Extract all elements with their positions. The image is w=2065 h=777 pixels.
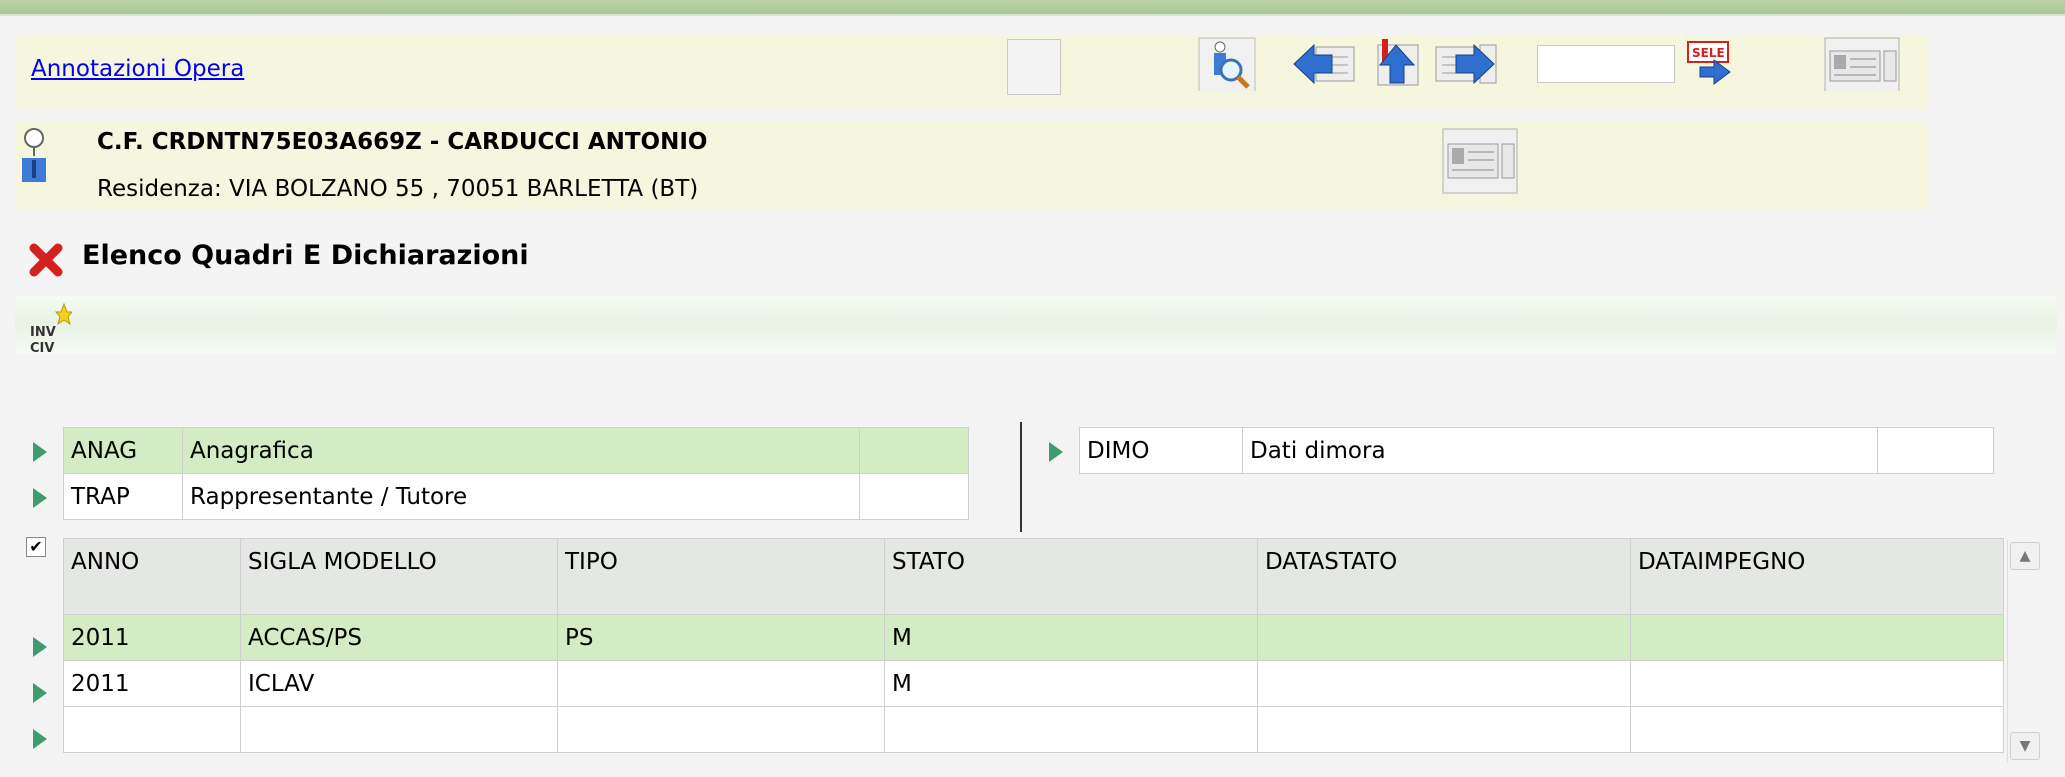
grid-scrollbar[interactable]: ▲ ▼ <box>2007 540 2042 763</box>
person-card-icon[interactable] <box>1442 128 1518 194</box>
col-header-datastato[interactable]: DATASTATO <box>1257 538 1631 615</box>
quadro-desc: Dati dimora <box>1242 427 1878 474</box>
person-icon <box>22 128 46 182</box>
card-icon[interactable] <box>1824 37 1900 91</box>
residence-text: Residenza: VIA BOLZANO 55 , 70051 BARLET… <box>97 176 699 202</box>
blank-square-button[interactable] <box>1007 39 1061 95</box>
grid-header-row: ANNO SIGLA MODELLO TIPO STATO DATASTATO … <box>63 538 2004 615</box>
quadri-right-table: DIMO Dati dimora <box>1079 427 1994 474</box>
cell-tipo <box>557 706 885 753</box>
search-person-icon[interactable] <box>1198 37 1256 91</box>
quadro-row-dimo[interactable]: DIMO Dati dimora <box>1079 427 1994 474</box>
svg-text:SELE: SELE <box>1692 46 1725 60</box>
select-all-checkbox[interactable]: ✔ <box>26 537 46 557</box>
scroll-down-icon[interactable]: ▼ <box>2010 732 2040 760</box>
table-row[interactable]: 2011 ICLAV M <box>63 660 2004 707</box>
fiscal-code-name: C.F. CRDNTN75E03A669Z - CARDUCCI ANTONIO <box>97 129 708 155</box>
svg-text:CIV: CIV <box>30 341 54 354</box>
cell-dataimpegno <box>1630 660 2004 707</box>
cell-tipo <box>557 660 885 707</box>
quadro-extra <box>859 473 969 520</box>
cell-sigla <box>240 706 558 753</box>
quadro-code: DIMO <box>1079 427 1243 474</box>
quadro-extra <box>1877 427 1994 474</box>
cell-anno: 2011 <box>63 660 241 707</box>
quadro-row-anag[interactable]: ANAG Anagrafica <box>63 427 969 474</box>
quadro-row-trap[interactable]: TRAP Rappresentante / Tutore <box>63 473 969 520</box>
search-input[interactable] <box>1537 45 1675 83</box>
quadro-code: ANAG <box>63 427 183 474</box>
quadri-left-table: ANAG Anagrafica TRAP Rappresentante / Tu… <box>63 427 969 520</box>
cell-datastato <box>1257 706 1631 753</box>
table-row[interactable] <box>63 706 2004 753</box>
cell-anno: 2011 <box>63 614 241 661</box>
cell-tipo: PS <box>557 614 885 661</box>
modelli-grid: ANNO SIGLA MODELLO TIPO STATO DATASTATO … <box>63 538 2004 753</box>
quadro-code: TRAP <box>63 473 183 520</box>
row-arrow-icon[interactable] <box>33 488 47 508</box>
col-header-sigla-modello[interactable]: SIGLA MODELLO <box>240 538 558 615</box>
cell-sigla: ACCAS/PS <box>240 614 558 661</box>
vertical-divider <box>1020 422 1022 532</box>
cell-datastato <box>1257 614 1631 661</box>
cell-dataimpegno <box>1630 614 2004 661</box>
row-arrow-icon[interactable] <box>33 683 47 703</box>
scroll-up-icon[interactable]: ▲ <box>2010 542 2040 570</box>
sele-icon[interactable]: SELE <box>1686 40 1734 94</box>
col-header-tipo[interactable]: TIPO <box>557 538 885 615</box>
cell-sigla: ICLAV <box>240 660 558 707</box>
quadro-extra <box>859 427 969 474</box>
cell-dataimpegno <box>1630 706 2004 753</box>
cell-anno <box>63 706 241 753</box>
row-arrow-icon[interactable] <box>33 729 47 749</box>
quadro-desc: Rappresentante / Tutore <box>182 473 860 520</box>
close-x-icon[interactable] <box>26 240 66 280</box>
action-bar <box>15 296 2057 354</box>
svg-text:INV: INV <box>30 325 56 340</box>
cell-datastato <box>1257 660 1631 707</box>
next-record-icon[interactable] <box>1434 37 1498 91</box>
up-record-icon[interactable] <box>1368 37 1424 91</box>
row-arrow-icon[interactable] <box>33 637 47 657</box>
section-title: Elenco Quadri E Dichiarazioni <box>82 240 529 271</box>
col-header-dataimpegno[interactable]: DATAIMPEGNO <box>1630 538 2004 615</box>
previous-record-icon[interactable] <box>1292 37 1356 91</box>
col-header-stato[interactable]: STATO <box>884 538 1258 615</box>
inv-civ-icon[interactable]: INV CIV <box>28 302 72 354</box>
cell-stato: M <box>884 660 1258 707</box>
top-banner <box>0 0 2065 16</box>
row-arrow-icon[interactable] <box>33 442 47 462</box>
quadro-desc: Anagrafica <box>182 427 860 474</box>
cell-stato <box>884 706 1258 753</box>
cell-stato: M <box>884 614 1258 661</box>
annotazioni-opera-link[interactable]: Annotazioni Opera <box>31 56 244 82</box>
row-arrow-icon[interactable] <box>1049 442 1063 462</box>
col-header-anno[interactable]: ANNO <box>63 538 241 615</box>
table-row[interactable]: 2011 ACCAS/PS PS M <box>63 614 2004 661</box>
